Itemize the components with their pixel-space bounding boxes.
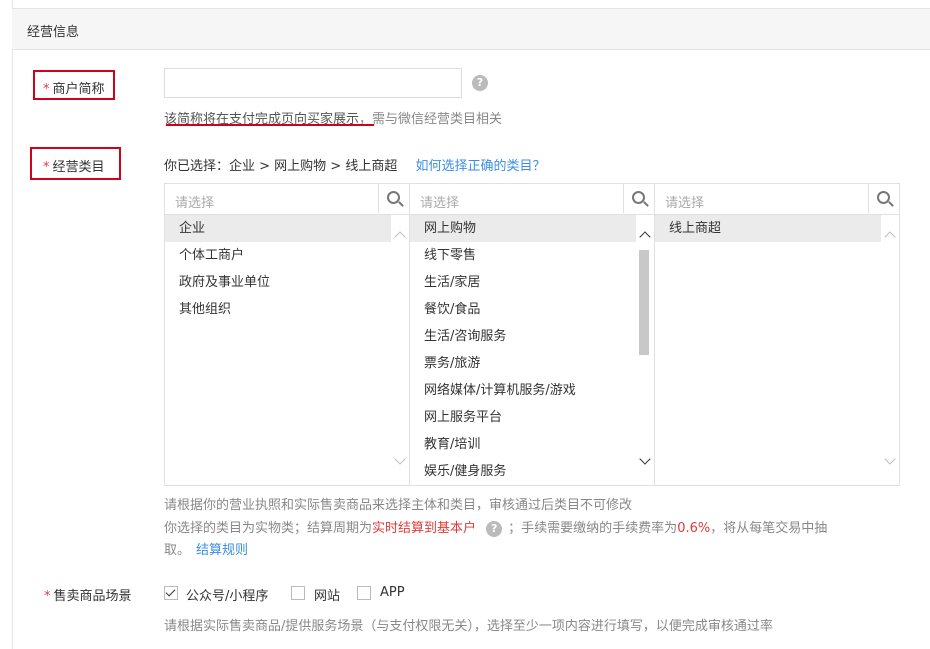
list-item[interactable]: 教育/培训 bbox=[410, 431, 636, 458]
section-title: 经营信息 bbox=[27, 25, 80, 40]
scrollbar[interactable] bbox=[881, 215, 899, 485]
scroll-up-icon[interactable] bbox=[394, 231, 406, 243]
merchant-name-input[interactable] bbox=[164, 68, 462, 98]
search-icon[interactable] bbox=[868, 184, 899, 213]
list-item[interactable]: 票务/旅游 bbox=[410, 350, 636, 377]
list-item[interactable]: 生活/家居 bbox=[410, 269, 636, 296]
list-item[interactable]: 生活/咨询服务 bbox=[410, 323, 636, 350]
scene-label-app: APP bbox=[380, 585, 405, 600]
list-item[interactable]: 企业 bbox=[165, 215, 391, 242]
scrollbar[interactable] bbox=[391, 215, 409, 485]
category-column-3[interactable]: 请选择 线上商超 bbox=[654, 183, 900, 486]
scroll-down-icon[interactable] bbox=[884, 453, 896, 465]
settlement-note-cont: 取。 结算规则 bbox=[164, 543, 249, 558]
search-placeholder: 请选择 bbox=[175, 196, 215, 211]
category-column-1[interactable]: 请选择 企业 个体工商户 政府及事业单位 其他组织 bbox=[164, 183, 410, 486]
merchant-name-label-highlight: * 商户简称 bbox=[33, 70, 115, 100]
scroll-down-icon[interactable] bbox=[639, 453, 651, 465]
scrollbar[interactable] bbox=[636, 215, 654, 485]
scroll-up-icon[interactable] bbox=[884, 231, 896, 243]
scene-checkbox-app[interactable] bbox=[357, 586, 371, 600]
list-item[interactable]: 网上服务平台 bbox=[410, 404, 636, 431]
settlement-rules-link[interactable]: 结算规则 bbox=[196, 543, 248, 558]
search-icon[interactable] bbox=[378, 184, 409, 213]
category-label: * 经营类目 bbox=[43, 160, 105, 175]
category-column-2[interactable]: 请选择 网上购物 线下零售 生活/家居 餐饮/食品 生活/咨询服务 票务/旅游 … bbox=[409, 183, 655, 486]
scene-label-mp: 公众号/小程序 bbox=[186, 589, 269, 604]
scroll-down-icon[interactable] bbox=[394, 453, 406, 465]
list-item[interactable]: 网络媒体/计算机服务/游戏 bbox=[410, 377, 636, 404]
column-search[interactable]: 请选择 bbox=[655, 184, 899, 215]
scene-checkbox-mp[interactable] bbox=[164, 586, 178, 600]
scene-label-web: 网站 bbox=[314, 589, 341, 604]
category-label-highlight: * 经营类目 bbox=[30, 147, 121, 180]
list-item[interactable]: 其他组织 bbox=[165, 296, 391, 323]
column-search[interactable]: 请选择 bbox=[165, 184, 409, 215]
required-star: * bbox=[43, 82, 50, 97]
list-item[interactable]: 政府及事业单位 bbox=[165, 269, 391, 296]
question-circle-icon[interactable]: ? bbox=[472, 75, 488, 91]
section-header: 经营信息 bbox=[12, 8, 930, 50]
list-item[interactable]: 餐饮/食品 bbox=[410, 296, 636, 323]
scroll-up-icon[interactable] bbox=[639, 231, 651, 243]
list-item[interactable]: 个体工商户 bbox=[165, 242, 391, 269]
list-item[interactable]: 线下零售 bbox=[410, 242, 636, 269]
question-circle-icon[interactable]: ? bbox=[486, 521, 503, 537]
category-note: 请根据你的营业执照和实际售卖商品来选择主体和类目，审核通过后类目不可修改 bbox=[164, 498, 633, 513]
search-placeholder: 请选择 bbox=[665, 196, 705, 211]
list-item[interactable]: 娱乐/健身服务 bbox=[410, 458, 636, 485]
search-icon[interactable] bbox=[623, 184, 654, 213]
scroll-thumb[interactable] bbox=[639, 250, 649, 355]
category-help-link[interactable]: 如何选择正确的类目？ bbox=[415, 159, 545, 174]
settlement-note: 你选择的类目为实物类；结算周期为实时结算到基本户 ? ；手续需要缴纳的手续费率为0… bbox=[164, 521, 828, 537]
column-search[interactable]: 请选择 bbox=[410, 184, 654, 215]
scenes-hint: 请根据实际售卖商品/提供服务场景（与支付权限无关），选择至少一项内容进行填写，以… bbox=[164, 619, 773, 634]
list-item[interactable]: 线上商超 bbox=[655, 215, 881, 242]
search-placeholder: 请选择 bbox=[420, 196, 460, 211]
check-icon bbox=[165, 586, 176, 597]
category-breadcrumb: 你已选择：企业 > 网上购物 > 线上商超 如何选择正确的类目？ bbox=[164, 159, 546, 174]
scene-checkbox-web[interactable] bbox=[291, 586, 305, 600]
hint-underline bbox=[166, 124, 374, 126]
list-item[interactable]: 网上购物 bbox=[410, 215, 636, 242]
merchant-name-label: * 商户简称 bbox=[43, 82, 105, 97]
scenes-label: * 售卖商品场景 bbox=[44, 589, 132, 604]
